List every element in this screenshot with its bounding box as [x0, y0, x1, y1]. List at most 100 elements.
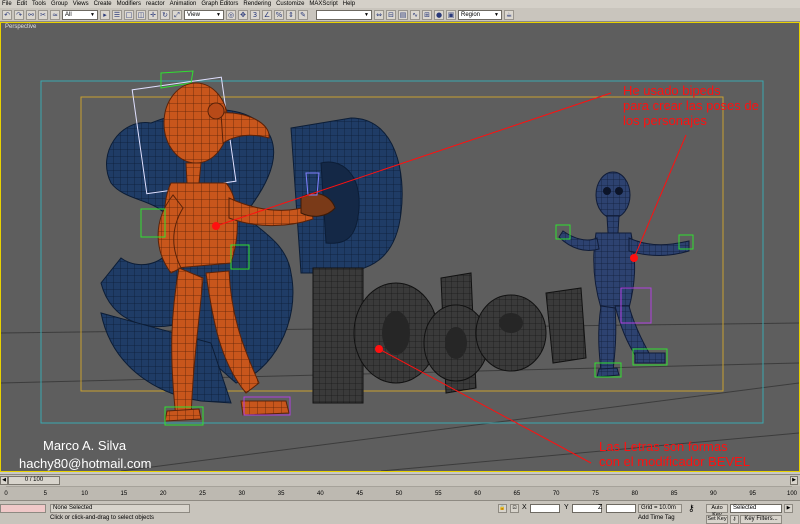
- scale-icon[interactable]: ⤢: [172, 9, 182, 20]
- menu-item-graph-editors[interactable]: Graph Editors: [201, 0, 238, 8]
- playback-icon[interactable]: ▶: [784, 504, 793, 513]
- render-type-select[interactable]: Region ▼: [458, 9, 502, 20]
- tick-label: 70: [552, 491, 560, 497]
- x-coord-input[interactable]: [530, 504, 560, 513]
- time-slider-thumb[interactable]: 0 / 100: [8, 476, 60, 485]
- schematic-view-icon[interactable]: ⊞: [422, 9, 432, 20]
- tick-label: 100: [786, 491, 798, 497]
- bind-icon[interactable]: ≈: [50, 9, 60, 20]
- menu-item-views[interactable]: Views: [73, 0, 89, 8]
- tick-label: 45: [356, 491, 364, 497]
- add-time-tag[interactable]: Add Time Tag: [638, 515, 675, 521]
- credit-email: hachy80@hotmail.com: [19, 456, 152, 471]
- chevron-down-icon: ▼: [494, 11, 499, 18]
- main-toolbar: ↶ ↷ ⚯ ✂ ≈ All ▼ ▸ ☰ □ ◫ ✛ ↻ ⤢ View ▼ ◎ ✥ 3…: [0, 8, 800, 22]
- key-icon: ⚷: [688, 504, 695, 514]
- set-key-button[interactable]: Set Key: [706, 515, 728, 524]
- menu-item-modifiers[interactable]: Modifiers: [117, 0, 141, 8]
- snap-icon[interactable]: 3: [250, 9, 260, 20]
- annotation-line: Las Letras son formas: [599, 439, 728, 454]
- absolute-mode-icon[interactable]: ⊡: [510, 504, 519, 513]
- menu-bar: File Edit Tools Group Views Create Modifiers re…: [0, 0, 800, 8]
- percent-snap-icon[interactable]: %: [274, 9, 284, 20]
- time-next-icon[interactable]: ▶: [790, 476, 798, 485]
- select-by-name-icon[interactable]: ☰: [112, 9, 122, 20]
- selection-status: None Selected: [50, 504, 190, 513]
- menu-item-create[interactable]: Create: [94, 0, 112, 8]
- named-selection-set-select[interactable]: ▼: [316, 9, 372, 20]
- menu-item-animation[interactable]: Animation: [170, 0, 197, 8]
- tick-label: 55: [434, 491, 442, 497]
- menu-item-customize[interactable]: Customize: [276, 0, 304, 8]
- max-window: File Edit Tools Group Views Create Modifiers re…: [0, 0, 800, 524]
- tick-label: 85: [670, 491, 678, 497]
- key-selection-select[interactable]: Selected: [730, 504, 782, 513]
- set-key-icon[interactable]: ⚷: [730, 515, 739, 524]
- align-icon[interactable]: ⊟: [386, 9, 396, 20]
- spinner-snap-icon[interactable]: ⇕: [286, 9, 296, 20]
- pivot-icon[interactable]: ◎: [226, 9, 236, 20]
- layer-manager-icon[interactable]: ▤: [398, 9, 408, 20]
- prompt-line: Click or click-and-drag to select object…: [50, 515, 155, 521]
- tick-label: 90: [710, 491, 717, 497]
- menu-item-maxscript[interactable]: MAXScript: [309, 0, 337, 8]
- angle-snap-icon[interactable]: ∠: [262, 9, 272, 20]
- menu-item-file[interactable]: File: [2, 0, 12, 8]
- link-icon[interactable]: ⚯: [26, 9, 36, 20]
- reference-coord-select[interactable]: View ▼: [184, 9, 224, 20]
- annotation-bevel: Las Letras son formas con el modificador…: [599, 439, 750, 469]
- grid-spacing: Grid = 10.0m: [638, 504, 682, 513]
- tick-label: 75: [592, 491, 599, 497]
- selection-filter-select[interactable]: All ▼: [62, 9, 98, 20]
- render-scene-icon[interactable]: ▣: [446, 9, 456, 20]
- menu-item-group[interactable]: Group: [51, 0, 68, 8]
- annotation-line: los personajes: [623, 113, 707, 128]
- tick-label: 0: [4, 491, 8, 497]
- select-manipulate-icon[interactable]: ✥: [238, 9, 248, 20]
- tick-label: 60: [474, 491, 481, 497]
- credit-name: Marco A. Silva: [43, 438, 127, 453]
- menu-item-reactor[interactable]: reactor: [146, 0, 165, 8]
- annotation-dot-letters: [375, 345, 383, 353]
- chevron-down-icon: ▼: [216, 11, 221, 18]
- tick-label: 30: [238, 491, 246, 497]
- select-icon[interactable]: ▸: [100, 9, 110, 20]
- tick-label: 95: [749, 491, 757, 497]
- z-coord-input[interactable]: [606, 504, 636, 513]
- move-icon[interactable]: ✛: [148, 9, 158, 20]
- annotation-dot-blue: [630, 254, 638, 262]
- time-prev-icon[interactable]: ◀: [0, 476, 8, 485]
- annotation-line: He usado bipeds: [623, 83, 721, 98]
- tick-label: 50: [395, 491, 403, 497]
- undo-icon[interactable]: ↶: [2, 9, 12, 20]
- perspective-viewport[interactable]: Perspective He usado bipeds para crear l…: [0, 22, 800, 472]
- selection-filter-value: All: [65, 11, 72, 18]
- annotation-line: con el modificador BEVEL: [599, 454, 751, 469]
- window-crossing-icon[interactable]: ◫: [136, 9, 146, 20]
- render-type-value: Region: [461, 11, 481, 18]
- reference-coord-value: View: [187, 11, 200, 18]
- edit-named-sel-icon[interactable]: ✎: [298, 9, 308, 20]
- key-filters-button[interactable]: Key Filters...: [740, 515, 782, 524]
- annotation-dot-orange: [212, 222, 220, 230]
- rotate-icon[interactable]: ↻: [160, 9, 170, 20]
- auto-key-button[interactable]: Auto Key: [706, 504, 728, 518]
- menu-item-help[interactable]: Help: [343, 0, 355, 8]
- menu-item-tools[interactable]: Tools: [32, 0, 46, 8]
- tick-label: 20: [159, 491, 167, 497]
- material-editor-icon[interactable]: ●: [434, 9, 444, 20]
- rect-region-icon[interactable]: □: [124, 9, 134, 20]
- lock-selection-icon[interactable]: 🔒: [498, 504, 507, 513]
- quick-render-icon[interactable]: ☕: [504, 9, 514, 20]
- tick-label: 80: [631, 491, 639, 497]
- redo-icon[interactable]: ↷: [14, 9, 24, 20]
- track-bar[interactable]: 0 5 10 15 20 25 30 35 40 45 50 55 60 65 70 75 80 85 90 95 10…: [0, 486, 800, 500]
- tick-label: 15: [120, 491, 128, 497]
- maxscript-listener-mini[interactable]: [0, 504, 46, 513]
- menu-item-edit[interactable]: Edit: [17, 0, 27, 8]
- time-slider[interactable]: ◀ 0 / 100 ▶: [0, 474, 800, 486]
- menu-item-rendering[interactable]: Rendering: [243, 0, 271, 8]
- unlink-icon[interactable]: ✂: [38, 9, 48, 20]
- mirror-icon[interactable]: ⇔: [374, 9, 384, 20]
- curve-editor-icon[interactable]: ∿: [410, 9, 420, 20]
